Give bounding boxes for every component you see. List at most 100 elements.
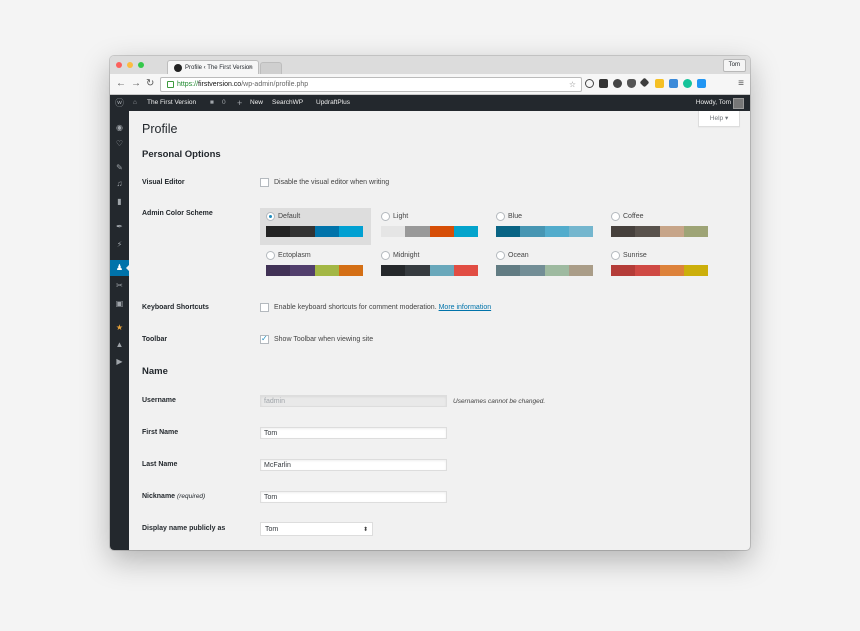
- color-scheme-radio[interactable]: [611, 212, 620, 221]
- last-name-field[interactable]: McFarlin: [260, 459, 447, 471]
- pin-icon[interactable]: ✎: [115, 163, 124, 172]
- color-scheme-option[interactable]: Midnight: [375, 247, 486, 284]
- color-scheme-radio[interactable]: [266, 212, 275, 221]
- color-scheme-option[interactable]: Ectoplasm: [260, 247, 371, 284]
- browser-tab[interactable]: Profile ‹ The First Version ×: [167, 60, 259, 75]
- color-scheme-name: Sunrise: [623, 252, 647, 259]
- page-title: Profile: [142, 122, 178, 136]
- color-scheme-radio[interactable]: [496, 212, 505, 221]
- color-swatch: [568, 265, 593, 276]
- color-scheme-swatches: [266, 265, 363, 276]
- color-scheme-radio[interactable]: [266, 251, 275, 260]
- color-scheme-name: Blue: [508, 213, 523, 220]
- color-scheme-option[interactable]: Coffee: [605, 208, 716, 245]
- url-text: https://firstversion.co/wp-admin/profile…: [177, 81, 309, 88]
- nickname-field[interactable]: Tom: [260, 491, 447, 503]
- color-swatch: [659, 226, 684, 237]
- keyboard-shortcuts-text: Enable keyboard shortcuts for comment mo…: [274, 304, 492, 311]
- color-scheme-option[interactable]: Sunrise: [605, 247, 716, 284]
- visual-editor-text: Disable the visual editor when writing: [274, 179, 390, 186]
- color-scheme-option[interactable]: Light: [375, 208, 486, 245]
- pages-icon[interactable]: ▮: [115, 197, 124, 206]
- color-swatch: [338, 226, 363, 237]
- extension-highlighter-icon[interactable]: [655, 79, 664, 88]
- color-scheme-radio[interactable]: [381, 212, 390, 221]
- howdy-user-link[interactable]: Howdy, Tom: [696, 95, 731, 111]
- color-scheme-name: Ocean: [508, 252, 529, 259]
- color-swatch: [405, 265, 430, 276]
- color-scheme-option[interactable]: Ocean: [490, 247, 601, 284]
- home-icon: ⌂: [133, 99, 137, 106]
- extension-diamond-icon[interactable]: [639, 77, 650, 88]
- toolbar-checkbox[interactable]: [260, 334, 269, 344]
- display-name-select[interactable]: Tom ⬍: [260, 522, 373, 536]
- close-window-button[interactable]: [116, 62, 122, 68]
- wordpress-logo-icon[interactable]: ⓦ: [115, 95, 124, 111]
- browser-menu-icon[interactable]: ≡: [738, 77, 744, 91]
- searchwp-link[interactable]: SearchWP: [272, 95, 303, 111]
- color-swatch: [611, 265, 636, 276]
- color-swatch: [314, 226, 339, 237]
- color-scheme-swatches: [381, 265, 478, 276]
- appearance-icon[interactable]: ✒: [115, 222, 124, 231]
- extension-pocket-icon[interactable]: [627, 79, 636, 88]
- color-swatch: [453, 226, 478, 237]
- tools-icon[interactable]: ✂: [115, 281, 124, 290]
- lock-icon: [167, 81, 174, 88]
- star-icon[interactable]: ★: [115, 323, 124, 332]
- browser-profile-button[interactable]: Tom: [722, 59, 746, 72]
- comments-icon[interactable]: ■: [210, 95, 214, 111]
- back-arrow-icon[interactable]: ←: [116, 77, 126, 91]
- color-swatch: [429, 226, 454, 237]
- new-content-link[interactable]: New: [250, 95, 263, 111]
- lock-icon[interactable]: ▲: [115, 340, 124, 349]
- reload-icon[interactable]: ↻: [146, 77, 154, 91]
- tab-close-icon[interactable]: ×: [248, 61, 252, 75]
- color-scheme-radio[interactable]: [496, 251, 505, 260]
- zoom-window-button[interactable]: [138, 62, 144, 68]
- users-icon[interactable]: ♟: [115, 263, 124, 272]
- color-scheme-option[interactable]: Blue: [490, 208, 601, 245]
- extension-info-icon[interactable]: [585, 79, 594, 88]
- extension-grammarly-icon[interactable]: [683, 79, 692, 88]
- toolbar-label: Toolbar: [142, 336, 168, 343]
- extension-badge-icon[interactable]: [669, 79, 678, 88]
- play-icon[interactable]: ▶: [115, 357, 124, 366]
- media-icon[interactable]: ♫: [115, 179, 124, 188]
- visual-editor-checkbox[interactable]: [260, 178, 269, 187]
- bookmark-star-icon[interactable]: ☆: [569, 78, 576, 91]
- color-swatch: [314, 265, 339, 276]
- tab-strip: Profile ‹ The First Version × Tom: [110, 56, 750, 75]
- help-tab-button[interactable]: Help ▾: [698, 111, 740, 127]
- color-scheme-name: Midnight: [393, 252, 420, 259]
- avatar[interactable]: [733, 98, 744, 109]
- updraftplus-link[interactable]: UpdraftPlus: [316, 95, 350, 111]
- extension-evernote-icon[interactable]: [613, 79, 622, 88]
- plugins-icon[interactable]: ⚡: [115, 240, 124, 249]
- color-scheme-name: Coffee: [623, 213, 644, 220]
- paint-icon[interactable]: ♡: [115, 139, 124, 148]
- color-swatch: [568, 226, 593, 237]
- site-name-link[interactable]: The First Version: [147, 95, 196, 111]
- more-information-link[interactable]: More information: [439, 304, 492, 311]
- settings-icon[interactable]: ▣: [115, 299, 124, 308]
- color-scheme-option[interactable]: Default: [260, 208, 371, 245]
- keyboard-shortcuts-checkbox[interactable]: [260, 303, 269, 312]
- admin-sidebar: ◉ ♡ ✎ ♫ ▮ ✒ ⚡ ♟ ✂ ▣ ★ ▲ ▶: [110, 111, 129, 550]
- color-scheme-radio[interactable]: [381, 251, 390, 260]
- color-swatch: [520, 265, 545, 276]
- minimize-window-button[interactable]: [127, 62, 133, 68]
- address-bar[interactable]: https://firstversion.co/wp-admin/profile…: [160, 77, 582, 92]
- extension-buffer-icon[interactable]: [599, 79, 608, 88]
- extension-window-icon[interactable]: [697, 79, 706, 88]
- dashboard-icon[interactable]: ◉: [115, 123, 124, 132]
- color-scheme-radio[interactable]: [611, 251, 620, 260]
- color-swatch: [381, 226, 406, 237]
- forward-arrow-icon[interactable]: →: [131, 77, 141, 91]
- select-arrows-icon: ⬍: [362, 527, 368, 533]
- color-swatch: [429, 265, 454, 276]
- plus-icon: +: [237, 98, 243, 108]
- first-name-field[interactable]: Tom: [260, 427, 447, 439]
- color-swatch: [290, 265, 315, 276]
- color-swatch: [659, 265, 684, 276]
